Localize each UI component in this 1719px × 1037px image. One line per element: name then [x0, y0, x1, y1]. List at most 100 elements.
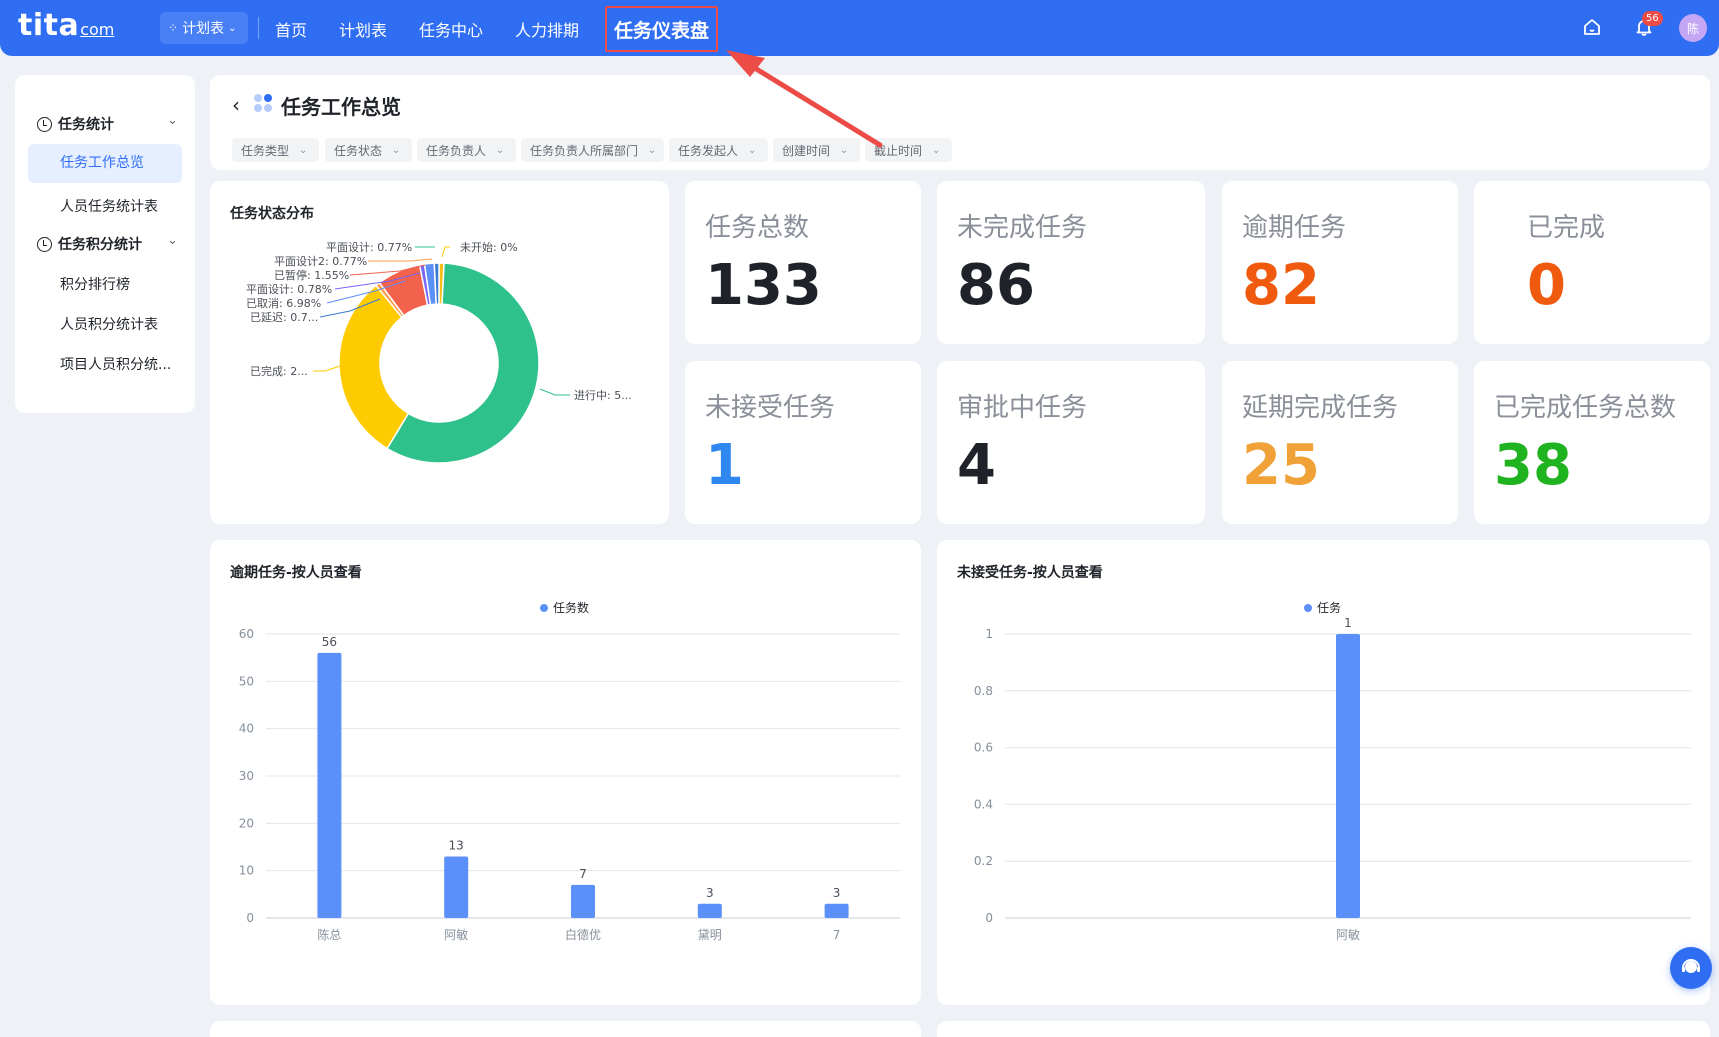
app-switcher[interactable]: ⁘ 计划表 ⌄: [160, 12, 248, 44]
nav-home[interactable]: 首页: [275, 17, 307, 41]
chevron-down-icon: ⌄: [299, 144, 308, 156]
stat-card-in-approval[interactable]: 审批中任务 4: [937, 361, 1205, 524]
filter-task-type[interactable]: 任务类型 ⌄: [232, 138, 319, 162]
filter-task-status[interactable]: 任务状态 ⌄: [325, 138, 412, 162]
y-tick-label: 40: [239, 722, 254, 736]
donut-label: 已暂停: 1.55%: [274, 268, 349, 282]
donut-label: 平面设计2: 0.77%: [274, 255, 367, 268]
bar-value-label: 3: [833, 886, 841, 900]
sidebar-item-member-points[interactable]: 人员积分统计表: [60, 314, 158, 334]
y-tick-label: 0: [246, 911, 254, 925]
chevron-down-icon: ⌄: [748, 144, 757, 156]
filter-deadline[interactable]: 截止时间 ⌄: [865, 138, 952, 162]
clock-icon: [37, 236, 52, 252]
chevron-down-icon: ⌄: [932, 144, 941, 156]
chevron-down-icon: ⌄: [228, 22, 237, 34]
donut-label-line: [539, 388, 570, 396]
nav-task-center[interactable]: 任务中心: [419, 17, 483, 41]
stat-card-incomplete[interactable]: 未完成任务 86: [937, 181, 1205, 344]
stat-label: 已完成: [1527, 213, 1606, 243]
page-title: 任务工作总览: [281, 95, 401, 119]
sidebar-group-task-stats[interactable]: 任务统计: [37, 114, 114, 134]
donut-label: 已延迟: 0.7...: [250, 311, 318, 324]
stat-label: 延期完成任务: [1242, 393, 1399, 423]
donut-label: 已取消: 6.98%: [246, 296, 321, 310]
nav-task-dashboard[interactable]: 任务仪表盘: [605, 6, 718, 52]
y-tick-label: 20: [239, 816, 254, 830]
y-tick-label: 1: [985, 627, 993, 641]
sidebar-item-member-task-stats[interactable]: 人员任务统计表: [60, 196, 158, 216]
chevron-down-icon: ⌄: [496, 144, 505, 156]
grid-icon: ⁘: [168, 21, 179, 35]
donut-label: 进行中: 5...: [574, 389, 632, 402]
donut-label: 未开始: 0%: [460, 240, 518, 254]
x-tick-label: 7: [833, 928, 841, 942]
app-switcher-label: 计划表: [182, 21, 225, 37]
chevron-down-icon[interactable]: ⌄: [167, 233, 178, 248]
x-tick-label: 白德优: [565, 927, 601, 942]
filter-created-time[interactable]: 创建时间 ⌄: [773, 138, 860, 162]
stat-label: 未接受任务: [705, 393, 836, 423]
y-tick-label: 0.6: [974, 741, 993, 755]
dashboard-icon: [254, 94, 274, 114]
stat-value: 25: [1242, 433, 1320, 498]
stat-label: 逾期任务: [1242, 213, 1347, 243]
chevron-down-icon: ⌄: [648, 144, 657, 156]
overview-header: ‹ 任务工作总览 任务类型 ⌄ 任务状态 ⌄ 任务负责人 ⌄ 任务负责人所属部门 ⌄ 任…: [210, 75, 1710, 170]
x-tick-label: 阿敏: [1336, 927, 1360, 942]
unaccepted-by-person-card: 未接受任务-按人员查看 任务 1 0.8 0.6 0.4 0.2 0 1 阿敏: [937, 540, 1710, 1005]
unaccepted-bar-chart: 1 0.8 0.6 0.4 0.2 0 1 阿敏: [974, 616, 1691, 942]
stat-card-unaccepted[interactable]: 未接受任务 1: [685, 361, 921, 524]
sidebar-group-points-stats[interactable]: 任务积分统计: [37, 234, 142, 254]
sidebar-item-project-points[interactable]: 项目人员积分统...: [60, 354, 171, 374]
y-tick-label: 0.8: [974, 684, 993, 698]
stat-card-completed[interactable]: 已完成 0: [1474, 181, 1710, 344]
bar: [697, 903, 722, 918]
stat-value: 86: [957, 253, 1035, 318]
next-card: [937, 1021, 1710, 1037]
stat-value: 4: [957, 433, 996, 498]
clock-icon: [37, 116, 52, 132]
y-tick-label: 0: [985, 911, 993, 925]
bar: [444, 856, 469, 918]
sidebar-item-points-ranking[interactable]: 积分排行榜: [60, 274, 130, 294]
top-nav-bar: titacom ⁘ 计划表 ⌄ 首页 计划表 任务中心 人力排期 任务仪表盘 5…: [0, 0, 1719, 56]
customer-service-button[interactable]: [1670, 947, 1712, 989]
filter-owner-department[interactable]: 任务负责人所属部门 ⌄: [521, 138, 664, 162]
y-tick-label: 60: [239, 627, 254, 641]
y-tick-label: 50: [239, 674, 254, 688]
home-icon[interactable]: [1582, 17, 1604, 39]
sidebar-item-task-overview[interactable]: 任务工作总览: [28, 144, 182, 183]
headset-icon: [1682, 959, 1700, 973]
stat-value: 0: [1527, 253, 1566, 318]
filter-task-initiator[interactable]: 任务发起人 ⌄: [669, 138, 768, 162]
stat-card-delayed-complete[interactable]: 延期完成任务 25: [1222, 361, 1458, 524]
task-status-card: 任务状态分布 平面设计: 0.77% 未开始: 0% 平面设计2: 0.77% 已暂停…: [210, 181, 669, 524]
donut-label: 已完成: 2...: [250, 364, 308, 378]
y-tick-label: 0.4: [974, 797, 993, 811]
stat-card-completed-total[interactable]: 已完成任务总数 38: [1474, 361, 1710, 524]
chevron-down-icon[interactable]: ⌄: [167, 113, 178, 128]
stat-label: 未完成任务: [957, 213, 1088, 243]
bar: [571, 884, 595, 918]
nav-divider: [258, 17, 259, 39]
nav-plan[interactable]: 计划表: [339, 17, 387, 41]
donut-label-line: [368, 258, 433, 262]
stat-value: 133: [705, 253, 822, 318]
filter-task-owner[interactable]: 任务负责人 ⌄: [417, 138, 516, 162]
bar-value-label: 7: [579, 867, 587, 881]
stat-label: 已完成任务总数: [1494, 393, 1677, 423]
tita-logo[interactable]: titacom: [18, 8, 114, 43]
stat-label: 审批中任务: [957, 393, 1088, 423]
avatar[interactable]: 陈: [1679, 14, 1707, 42]
overdue-by-person-card: 逾期任务-按人员查看 任务数 60 50 40 30 20 10 0 56 陈总 13 阿敏 7 白德优…: [210, 540, 921, 1005]
donut-label: 平面设计: 0.78%: [246, 283, 332, 296]
back-icon[interactable]: ‹: [232, 93, 240, 117]
stat-card-total[interactable]: 任务总数 133: [685, 181, 921, 344]
overdue-bar-chart: 60 50 40 30 20 10 0 56 陈总 13 阿敏 7 白德优 3 黛明 3 7: [239, 627, 900, 942]
sidebar: 任务统计 ⌄ 任务工作总览 人员任务统计表 任务积分统计 ⌄ 积分排行榜 人员积…: [15, 75, 195, 413]
stat-card-overdue[interactable]: 逾期任务 82: [1222, 181, 1458, 344]
next-card: [210, 1021, 921, 1037]
nav-scheduling[interactable]: 人力排期: [515, 17, 579, 41]
stat-label: 任务总数: [705, 213, 810, 243]
